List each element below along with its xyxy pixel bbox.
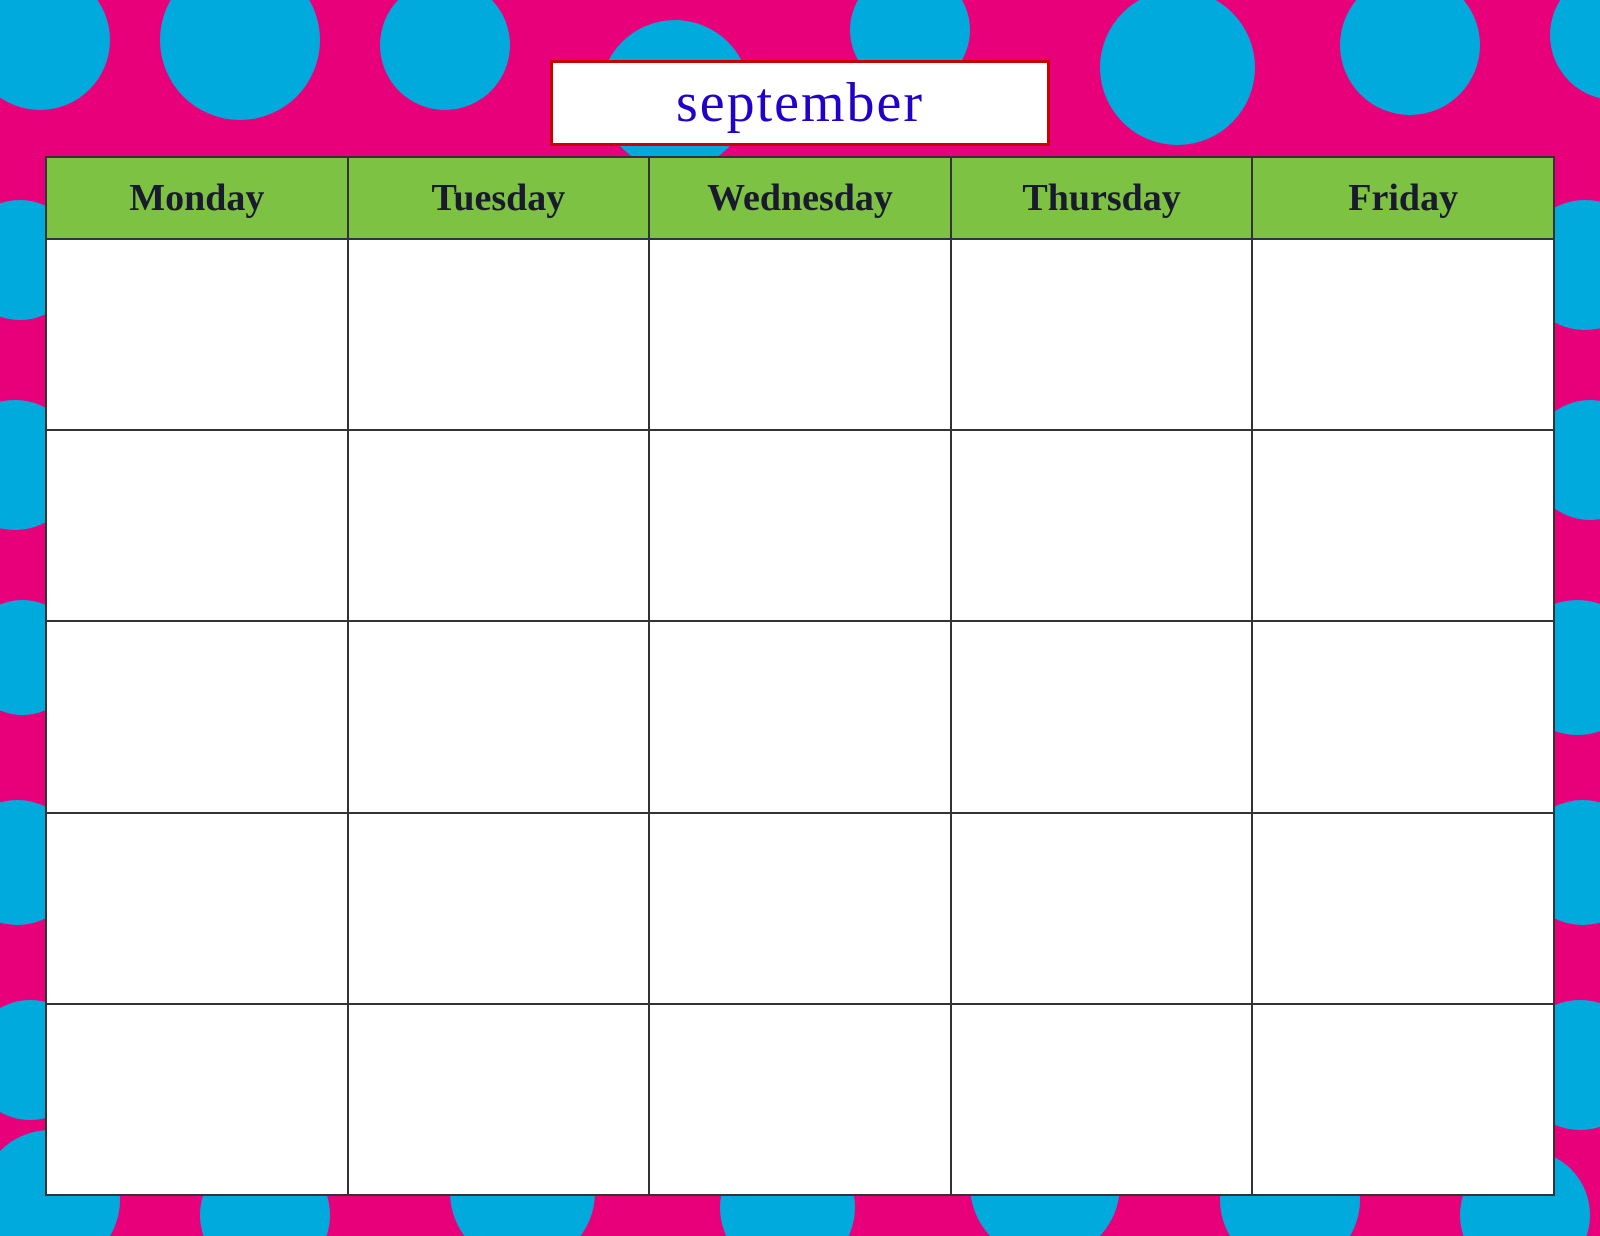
cell-r2-fri[interactable] (1252, 430, 1554, 621)
cell-r3-fri[interactable] (1252, 621, 1554, 812)
cell-r3-thu[interactable] (951, 621, 1253, 812)
month-title-box: september (550, 60, 1050, 146)
cell-r4-fri[interactable] (1252, 813, 1554, 1004)
cell-r1-fri[interactable] (1252, 239, 1554, 430)
cell-r3-tue[interactable] (348, 621, 650, 812)
cell-r3-mon[interactable] (46, 621, 348, 812)
cell-r2-tue[interactable] (348, 430, 650, 621)
table-row (46, 1004, 1554, 1195)
cell-r4-tue[interactable] (348, 813, 650, 1004)
month-title: september (676, 72, 924, 134)
header-wednesday: Wednesday (649, 157, 951, 239)
cell-r2-mon[interactable] (46, 430, 348, 621)
cell-r5-fri[interactable] (1252, 1004, 1554, 1195)
cell-r1-wed[interactable] (649, 239, 951, 430)
cell-r3-wed[interactable] (649, 621, 951, 812)
table-row (46, 813, 1554, 1004)
cell-r1-thu[interactable] (951, 239, 1253, 430)
cell-r2-thu[interactable] (951, 430, 1253, 621)
cell-r4-wed[interactable] (649, 813, 951, 1004)
header-thursday: Thursday (951, 157, 1253, 239)
header-friday: Friday (1252, 157, 1554, 239)
header-tuesday: Tuesday (348, 157, 650, 239)
main-container: september Monday Tuesday Wednesday Thurs… (45, 60, 1555, 1196)
cell-r4-thu[interactable] (951, 813, 1253, 1004)
calendar-table: Monday Tuesday Wednesday Thursday Friday (45, 156, 1555, 1196)
calendar-header-row: Monday Tuesday Wednesday Thursday Friday (46, 157, 1554, 239)
cell-r5-wed[interactable] (649, 1004, 951, 1195)
cell-r5-thu[interactable] (951, 1004, 1253, 1195)
cell-r5-tue[interactable] (348, 1004, 650, 1195)
calendar-wrapper: Monday Tuesday Wednesday Thursday Friday (45, 156, 1555, 1196)
table-row (46, 239, 1554, 430)
cell-r1-tue[interactable] (348, 239, 650, 430)
dot (1550, 0, 1600, 100)
header-monday: Monday (46, 157, 348, 239)
cell-r4-mon[interactable] (46, 813, 348, 1004)
cell-r5-mon[interactable] (46, 1004, 348, 1195)
cell-r2-wed[interactable] (649, 430, 951, 621)
table-row (46, 621, 1554, 812)
cell-r1-mon[interactable] (46, 239, 348, 430)
table-row (46, 430, 1554, 621)
